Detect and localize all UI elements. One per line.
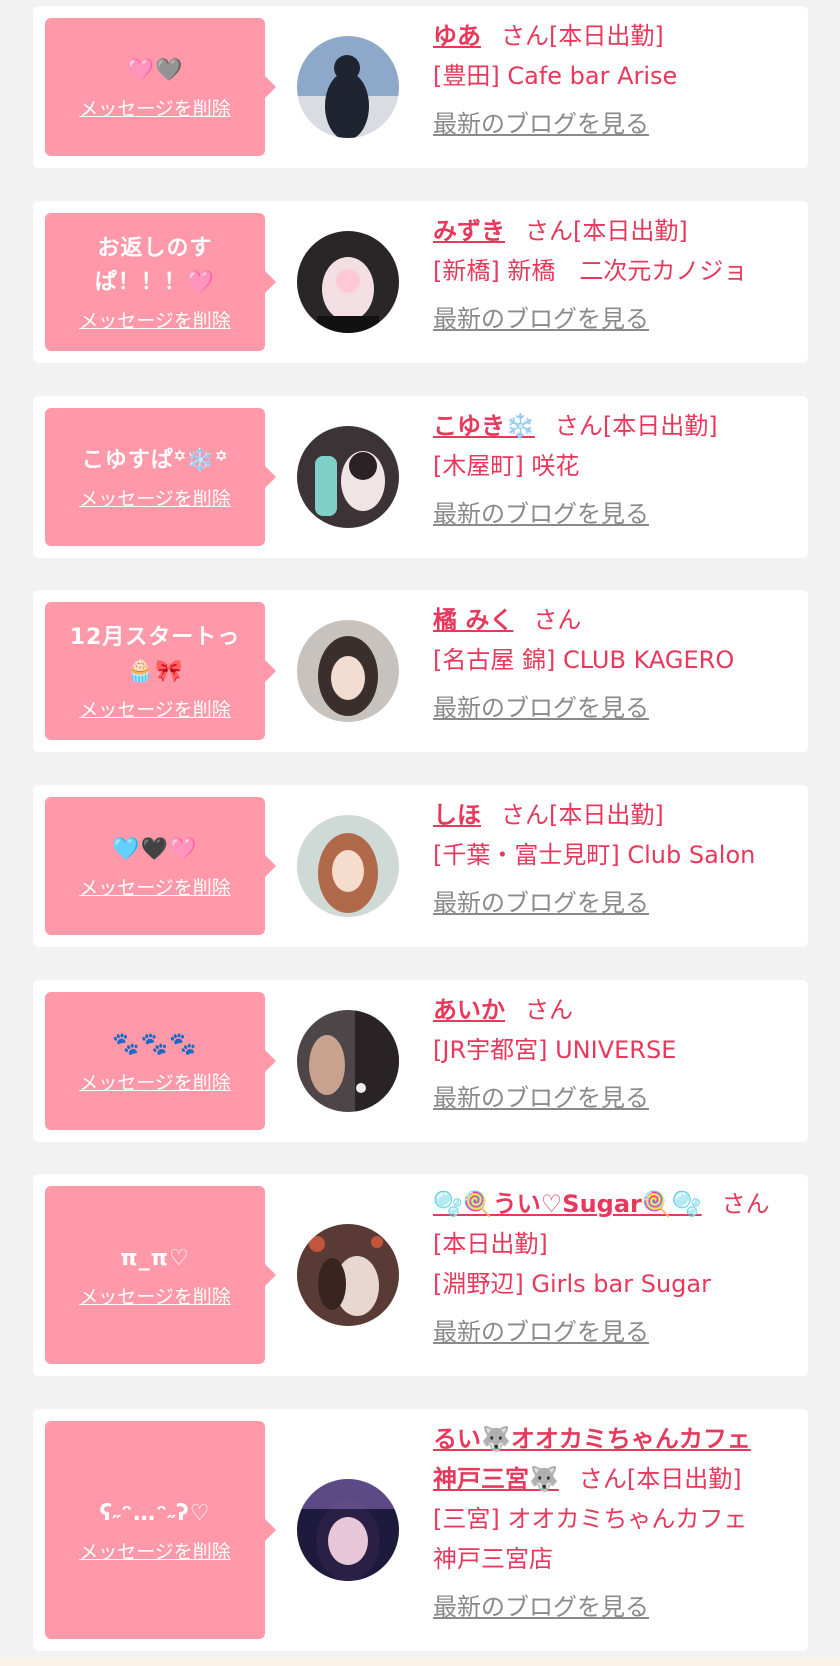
message-bubble: こゆすぱ꙳❄️꙳ メッセージを削除 <box>45 408 276 546</box>
delete-message-link[interactable]: メッセージを削除 <box>79 695 231 722</box>
cast-info: 🫧🍭うい♡Sugar🍭🫧 さん [本日出勤] [淵野辺] Girls bar Su… <box>433 1184 813 1352</box>
shop-name: [三宮] オオカミちゃんカフェ <box>433 1505 748 1533</box>
cast-name-link[interactable]: こゆき❄️ <box>433 412 535 440</box>
page-bottom-strip <box>0 1658 840 1666</box>
cast-avatar[interactable] <box>297 1479 399 1581</box>
cast-avatar[interactable] <box>297 620 399 722</box>
cast-info: るい🐺オオカミちゃんカフェ 神戸三宮🐺 さん[本日出勤] [三宮] オオカミちゃん… <box>433 1419 813 1627</box>
cast-card: 🩷🩶 メッセージを削除 ゆあ さん[本日出勤] [豊田] Cafe bar Ari… <box>33 6 808 168</box>
latest-blog-link[interactable]: 最新のブログを見る <box>433 1312 649 1352</box>
message-text: 🐾🐾🐾 <box>112 1031 198 1057</box>
cast-card: 12月スタートっ🧁🎀 メッセージを削除 橘 みく さん [名古屋 錦] CLUB … <box>33 590 808 752</box>
cast-card: お返しのすぱ！！！🩷 メッセージを削除 みずき さん[本日出勤] [新橋] 新橋 … <box>33 201 808 363</box>
shop-name: [名古屋 錦] CLUB KAGERO <box>433 646 735 674</box>
message-bubble: 🩷🩶 メッセージを削除 <box>45 18 276 156</box>
message-bubble: π_π♡ メッセージを削除 <box>45 1186 276 1364</box>
delete-message-link[interactable]: メッセージを削除 <box>79 306 231 333</box>
cast-card: 🐾🐾🐾 メッセージを削除 あいか さん [JR宇都宮] UNIVERSE 最新のブ… <box>33 980 808 1142</box>
cast-name-suffix: さん[本日出勤] <box>501 22 664 50</box>
delete-message-link[interactable]: メッセージを削除 <box>79 1282 231 1309</box>
message-text: ʕ˶ᵔ…ᵔ˶ʔ♡ <box>99 1500 211 1526</box>
followed-cast-message-list: 🩷🩶 メッセージを削除 ゆあ さん[本日出勤] [豊田] Cafe bar Ari… <box>0 0 840 1666</box>
cast-name-suffix: さん[本日出勤] <box>554 412 718 440</box>
message-text: π_π♡ <box>120 1245 190 1271</box>
latest-blog-link[interactable]: 最新のブログを見る <box>433 1078 649 1118</box>
cast-name-link[interactable]: 橘 みく <box>433 606 513 634</box>
cast-card: 🩵🖤🩷 メッセージを削除 しほ さん[本日出勤] [千葉・富士見町] Club S… <box>33 785 808 947</box>
cast-avatar[interactable] <box>297 36 399 138</box>
delete-message-link[interactable]: メッセージを削除 <box>79 873 231 900</box>
message-text: 12月スタートっ🧁🎀 <box>69 624 241 684</box>
shop-name: [淵野辺] Girls bar Sugar <box>433 1270 711 1298</box>
message-text: こゆすぱ꙳❄️꙳ <box>81 447 229 473</box>
shop-name-continued: 神戸三宮店 <box>433 1545 553 1573</box>
cast-info: こゆき❄️ さん[本日出勤] [木屋町] 咲花 最新のブログを見る <box>433 406 813 534</box>
message-bubble: お返しのすぱ！！！🩷 メッセージを削除 <box>45 213 276 351</box>
cast-name-suffix: さん[本日出勤] <box>501 801 664 829</box>
delete-message-link[interactable]: メッセージを削除 <box>79 484 231 511</box>
cast-name-suffix: さん <box>533 606 582 634</box>
cast-avatar[interactable] <box>297 231 399 333</box>
message-bubble: 🐾🐾🐾 メッセージを削除 <box>45 992 276 1130</box>
latest-blog-link[interactable]: 最新のブログを見る <box>433 688 649 728</box>
cast-working-status: [本日出勤] <box>433 1230 548 1258</box>
cast-name-link-continued[interactable]: 神戸三宮🐺 <box>433 1465 559 1493</box>
message-bubble: ʕ˶ᵔ…ᵔ˶ʔ♡ メッセージを削除 <box>45 1421 276 1639</box>
latest-blog-link[interactable]: 最新のブログを見る <box>433 299 649 339</box>
shop-name: [新橋] 新橋 二次元カノジョ <box>433 257 748 285</box>
cast-info: あいか さん [JR宇都宮] UNIVERSE 最新のブログを見る <box>433 990 813 1118</box>
latest-blog-link[interactable]: 最新のブログを見る <box>433 494 649 534</box>
delete-message-link[interactable]: メッセージを削除 <box>79 1537 231 1564</box>
message-text: 🩷🩶 <box>126 57 184 83</box>
cast-info: 橘 みく さん [名古屋 錦] CLUB KAGERO 最新のブログを見る <box>433 600 813 728</box>
cast-name-link[interactable]: 🫧🍭うい♡Sugar🍭🫧 <box>433 1190 702 1218</box>
cast-name-suffix: さん[本日出勤] <box>578 1465 742 1493</box>
shop-name: [千葉・富士見町] Club Salon <box>433 841 756 869</box>
shop-name: [木屋町] 咲花 <box>433 452 580 480</box>
shop-name: [JR宇都宮] UNIVERSE <box>433 1036 677 1064</box>
cast-avatar[interactable] <box>297 426 399 528</box>
cast-card: こゆすぱ꙳❄️꙳ メッセージを削除 こゆき❄️ さん[本日出勤] [木屋町] 咲花… <box>33 396 808 558</box>
delete-message-link[interactable]: メッセージを削除 <box>79 1068 231 1095</box>
latest-blog-link[interactable]: 最新のブログを見る <box>433 1587 649 1627</box>
cast-name-link[interactable]: ゆあ <box>433 22 481 50</box>
cast-name-suffix: さん <box>525 996 573 1024</box>
cast-card: ʕ˶ᵔ…ᵔ˶ʔ♡ メッセージを削除 るい🐺オオカミちゃんカフェ 神戸三宮🐺 さん[… <box>33 1409 808 1651</box>
cast-avatar[interactable] <box>297 1224 399 1326</box>
cast-name-suffix: さん[本日出勤] <box>525 217 688 245</box>
cast-name-suffix: さん <box>721 1190 770 1218</box>
latest-blog-link[interactable]: 最新のブログを見る <box>433 104 649 144</box>
cast-name-link[interactable]: しほ <box>433 801 481 829</box>
latest-blog-link[interactable]: 最新のブログを見る <box>433 883 649 923</box>
cast-name-link[interactable]: あいか <box>433 996 505 1024</box>
cast-avatar[interactable] <box>297 815 399 917</box>
shop-name: [豊田] Cafe bar Arise <box>433 62 678 90</box>
cast-info: しほ さん[本日出勤] [千葉・富士見町] Club Salon 最新のブログを見… <box>433 795 813 923</box>
message-bubble: 🩵🖤🩷 メッセージを削除 <box>45 797 276 935</box>
cast-card: π_π♡ メッセージを削除 🫧🍭うい♡Sugar🍭🫧 さん [本日出勤] [淵野辺… <box>33 1174 808 1376</box>
cast-info: ゆあ さん[本日出勤] [豊田] Cafe bar Arise 最新のブログを見る <box>433 16 813 144</box>
delete-message-link[interactable]: メッセージを削除 <box>79 94 231 121</box>
message-text: 🩵🖤🩷 <box>112 836 198 862</box>
message-bubble: 12月スタートっ🧁🎀 メッセージを削除 <box>45 602 276 740</box>
cast-name-link[interactable]: るい🐺オオカミちゃんカフェ <box>433 1425 751 1453</box>
cast-name-link[interactable]: みずき <box>433 217 505 245</box>
message-text: お返しのすぱ！！！🩷 <box>94 235 216 295</box>
cast-info: みずき さん[本日出勤] [新橋] 新橋 二次元カノジョ 最新のブログを見る <box>433 211 813 339</box>
cast-avatar[interactable] <box>297 1010 399 1112</box>
